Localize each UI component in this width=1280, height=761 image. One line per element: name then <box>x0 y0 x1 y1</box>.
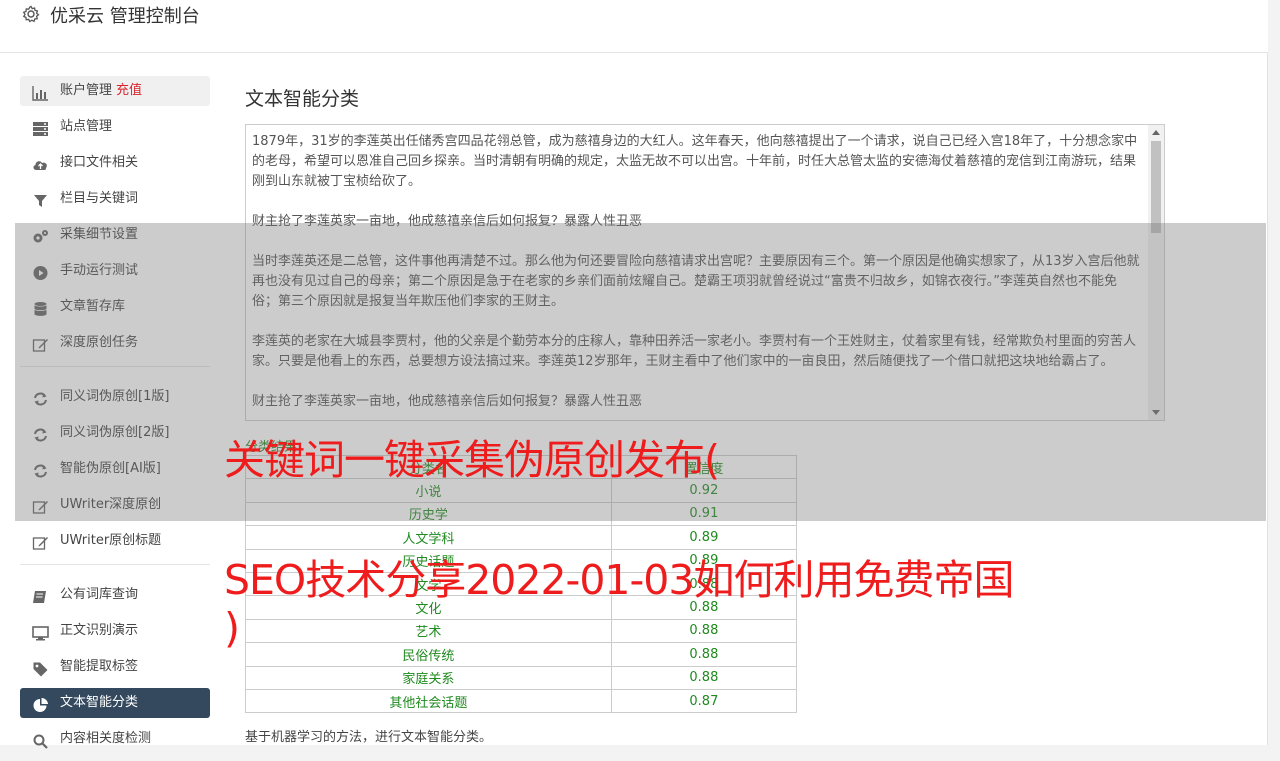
sidebar-item-label: 栏目与关键词 <box>60 191 139 206</box>
sidebar-item-public-lexicon[interactable]: 公有词库查询 <box>20 580 210 610</box>
page-title: 文本智能分类 <box>245 88 360 110</box>
sidebar-divider <box>20 564 210 565</box>
book-icon <box>32 587 49 603</box>
text-paragraph: 1879年，31岁的李莲英出任储秀宫四品花翎总管，成为慈禧身边的大红人。这年春天… <box>252 134 1138 189</box>
cloud-upload-icon <box>32 155 49 171</box>
sidebar-item-label: UWriter原创标题 <box>60 533 162 548</box>
description-text: 基于机器学习的方法，进行文本智能分类。 <box>245 730 493 745</box>
sidebar-item-label: 公有词库查询 <box>60 587 139 602</box>
confidence-cell: 0.88 <box>610 642 798 667</box>
sidebar-item-label: 接口文件相关 <box>60 155 139 170</box>
sidebar-item-text-classify[interactable]: 文本智能分类 <box>20 688 210 718</box>
bar-chart-icon <box>32 83 49 101</box>
filter-icon <box>32 191 49 207</box>
table-row: 民俗传统 0.88 <box>245 642 798 667</box>
sidebar-item-text-recognition[interactable]: 正文识别演示 <box>20 616 210 646</box>
sidebar-item-label: 文本智能分类 <box>60 695 139 710</box>
category-cell: 其他社会话题 <box>245 688 612 714</box>
sidebar-item-relevance-check[interactable]: 内容相关度检测 <box>20 724 210 754</box>
sidebar-item-label: 智能提取标签 <box>60 659 139 674</box>
desktop-icon <box>32 623 49 641</box>
table-row: 艺术 0.88 <box>245 618 798 644</box>
app-title: 优采云 管理控制台 <box>50 6 200 27</box>
category-cell: 民俗传统 <box>245 642 612 667</box>
sidebar-item-uwriter-title[interactable]: UWriter原创标题 <box>20 526 210 556</box>
pie-chart-icon <box>32 695 49 712</box>
scroll-up-arrow-icon[interactable] <box>1152 130 1160 135</box>
category-cell: 艺术 <box>245 618 612 644</box>
table-row: 家庭关系 0.88 <box>245 665 798 690</box>
sidebar-item-sites[interactable]: 站点管理 <box>20 112 210 142</box>
sidebar-item-label: 账户管理 <box>60 83 113 98</box>
confidence-cell: 0.87 <box>610 688 798 714</box>
confidence-cell: 0.88 <box>610 618 798 644</box>
overlay-headline-line3: ) <box>224 604 240 652</box>
overlay-headline-line2: SEO技术分享2022-01-03如何利用免费帝国 <box>224 556 1014 604</box>
server-icon <box>32 119 49 136</box>
overlay-headline-line1: 关键词一键采集伪原创发布( <box>224 436 720 484</box>
table-row: 其他社会话题 0.87 <box>245 688 798 714</box>
main-content: 文本智能分类 1879年，31岁的李莲英出任储秀宫四品花翎总管，成为慈禧身边的大… <box>245 84 1165 745</box>
scroll-thumb[interactable] <box>1151 141 1161 233</box>
sidebar-item-label: 正文识别演示 <box>60 623 139 638</box>
gear-icon[interactable] <box>21 4 41 24</box>
sidebar-item-interface-files[interactable]: 接口文件相关 <box>20 148 210 178</box>
sidebar-item-account[interactable]: 账户管理 充值 <box>20 76 210 106</box>
sidebar-item-columns-keywords[interactable]: 栏目与关键词 <box>20 184 210 214</box>
confidence-cell: 0.88 <box>610 665 798 690</box>
tag-icon <box>32 659 49 677</box>
recharge-link[interactable]: 充值 <box>116 83 142 98</box>
category-cell: 家庭关系 <box>245 665 612 690</box>
edit-icon <box>32 533 49 550</box>
top-bar: 优采云 管理控制台 <box>0 0 1268 53</box>
sidebar-item-label: 站点管理 <box>60 119 113 134</box>
sidebar-item-label: 内容相关度检测 <box>60 731 152 746</box>
sidebar-item-extract-tags[interactable]: 智能提取标签 <box>20 652 210 682</box>
